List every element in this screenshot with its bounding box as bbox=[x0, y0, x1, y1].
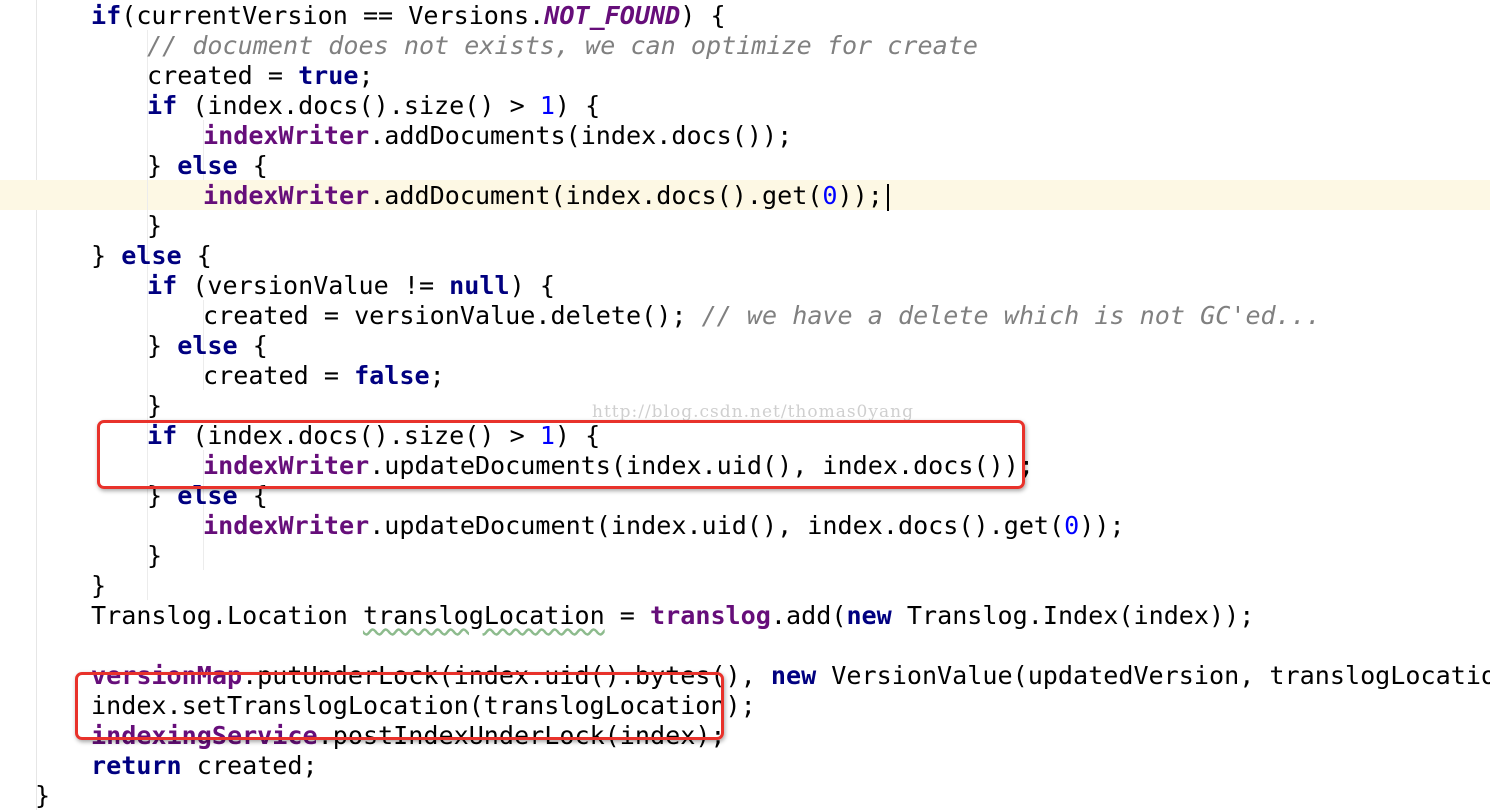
code-token: ) { bbox=[554, 91, 601, 120]
code-token: true bbox=[298, 61, 359, 90]
code-token: } bbox=[91, 241, 122, 270]
code-line[interactable]: created = versionValue.delete(); // we h… bbox=[203, 301, 1321, 331]
code-line[interactable]: if (index.docs().size() > 1) { bbox=[147, 91, 600, 121]
code-token: .addDocument(index.docs().get( bbox=[369, 181, 823, 210]
code-token: 0 bbox=[1064, 511, 1080, 540]
code-token: // document does not exists, we can opti… bbox=[147, 31, 978, 60]
code-line[interactable]: Translog.Location translogLocation = tra… bbox=[91, 601, 1254, 631]
code-token: Translog.Index(index)); bbox=[891, 601, 1255, 630]
code-token: } bbox=[147, 331, 178, 360]
code-line[interactable]: } else { bbox=[91, 241, 212, 271]
code-token: // we have a delete which is not GC'ed..… bbox=[701, 301, 1321, 330]
code-token: ) { bbox=[509, 271, 555, 300]
code-token: .addDocuments(index.docs()); bbox=[369, 121, 793, 150]
code-token: (currentVersion == Versions. bbox=[121, 1, 545, 30]
code-token: VersionValue(updatedVersion, translogLoc… bbox=[816, 661, 1490, 690]
code-line[interactable]: } else { bbox=[147, 151, 268, 181]
code-token: } bbox=[35, 781, 51, 810]
code-line[interactable]: created = true; bbox=[147, 61, 374, 91]
code-token: translogLocation bbox=[362, 601, 605, 630]
code-token: 0 bbox=[822, 181, 838, 210]
code-line[interactable]: } bbox=[35, 781, 50, 811]
code-token: else bbox=[177, 151, 238, 180]
code-token: indexWriter bbox=[203, 181, 370, 210]
code-token: new bbox=[770, 661, 817, 690]
code-line[interactable]: if(currentVersion == Versions.NOT_FOUND)… bbox=[91, 1, 726, 31]
code-token: ; bbox=[429, 361, 445, 390]
code-token: false bbox=[354, 361, 430, 390]
code-line[interactable]: return created; bbox=[91, 751, 318, 781]
code-token: new bbox=[846, 601, 892, 630]
code-token: created = bbox=[147, 61, 299, 90]
code-line[interactable]: } else { bbox=[147, 331, 268, 361]
code-token: return bbox=[91, 751, 182, 780]
text-caret bbox=[886, 183, 890, 211]
code-token: .add( bbox=[770, 601, 847, 630]
code-token: { bbox=[237, 331, 268, 360]
code-token: } bbox=[147, 541, 163, 570]
code-token: indexWriter bbox=[203, 511, 370, 540]
code-token: if bbox=[147, 91, 178, 120]
code-token: Translog.Location bbox=[91, 601, 363, 630]
code-token: if bbox=[147, 271, 178, 300]
code-line[interactable]: } bbox=[147, 391, 162, 421]
code-token: } bbox=[147, 151, 178, 180]
code-line[interactable]: // document does not exists, we can opti… bbox=[147, 31, 978, 61]
code-line[interactable]: if (versionValue != null) { bbox=[147, 271, 555, 301]
code-line[interactable]: indexWriter.addDocument(index.docs().get… bbox=[203, 181, 890, 211]
code-token: )); bbox=[837, 181, 883, 210]
code-token: (index.docs().size() > bbox=[177, 91, 540, 120]
code-token: { bbox=[237, 151, 268, 180]
code-line[interactable]: created = false; bbox=[203, 361, 445, 391]
code-editor[interactable]: if(currentVersion == Versions.NOT_FOUND)… bbox=[0, 0, 1490, 810]
highlight-box-set-translog-location bbox=[75, 672, 724, 740]
code-line[interactable]: } bbox=[147, 541, 162, 571]
code-line[interactable]: } bbox=[91, 571, 106, 601]
watermark: http://blog.csdn.net/thomas0yang bbox=[592, 402, 914, 422]
code-token: .updateDocument(index.uid(), index.docs(… bbox=[369, 511, 1065, 540]
code-token: else bbox=[177, 331, 238, 360]
code-token: translog bbox=[650, 601, 771, 630]
code-token: 1 bbox=[539, 91, 555, 120]
code-line[interactable]: indexWriter.addDocuments(index.docs()); bbox=[203, 121, 792, 151]
highlight-box-update-documents bbox=[97, 420, 1025, 489]
code-token: } bbox=[147, 391, 163, 420]
code-token: NOT_FOUND bbox=[544, 1, 681, 30]
code-token: { bbox=[181, 241, 212, 270]
code-token: = bbox=[604, 601, 651, 630]
code-token: if bbox=[91, 1, 122, 30]
code-token: created = versionValue.delete(); bbox=[203, 301, 702, 330]
code-token: ; bbox=[358, 61, 374, 90]
code-token: } bbox=[147, 211, 163, 240]
code-token: ) { bbox=[680, 1, 726, 30]
gutter-divider bbox=[36, 0, 37, 810]
code-token: } bbox=[91, 571, 107, 600]
code-token: else bbox=[121, 241, 182, 270]
code-line[interactable]: } bbox=[147, 211, 162, 241]
code-line[interactable]: indexWriter.updateDocument(index.uid(), … bbox=[203, 511, 1125, 541]
code-token: created; bbox=[181, 751, 318, 780]
code-token: created = bbox=[203, 361, 355, 390]
code-token: indexWriter bbox=[203, 121, 370, 150]
code-token: null bbox=[449, 271, 510, 300]
code-token: )); bbox=[1079, 511, 1125, 540]
code-token: (versionValue != bbox=[177, 271, 450, 300]
